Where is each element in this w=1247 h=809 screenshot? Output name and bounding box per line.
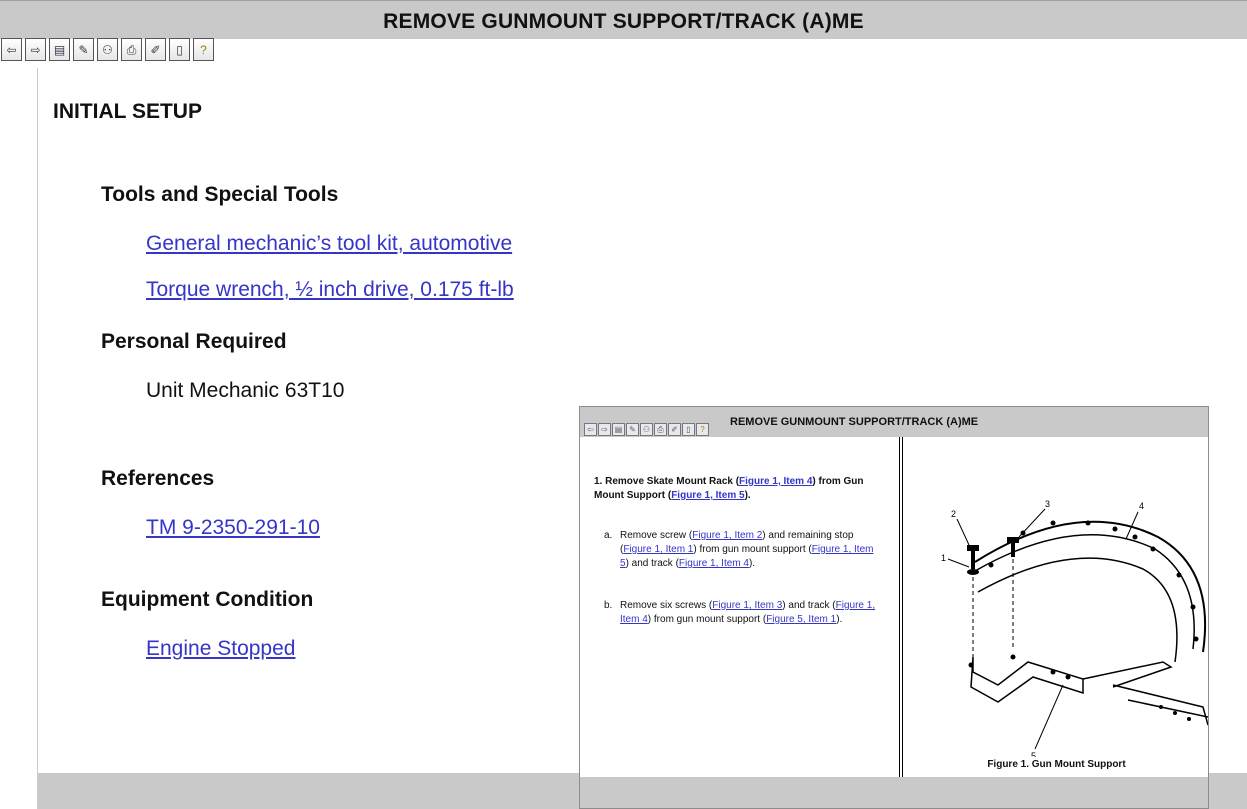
step-text: ) from gun mount support ( [693,544,812,555]
nested-title: REMOVE GUNMOUNT SUPPORT/TRACK (A)ME [730,416,979,428]
reference-link[interactable]: TM 9-2350-291-10 [146,516,320,540]
figure-pane: 2 3 4 1 5 Figure 1. Gun Mount Support [903,437,1208,777]
step-letter: b. [604,600,613,611]
step-letter: a. [604,530,613,541]
back-icon[interactable]: ⇦ [1,38,22,61]
binoculars-icon[interactable]: ⚇ [97,38,118,61]
figure-caption: Figure 1. Gun Mount Support [987,759,1126,770]
equipment-link[interactable]: Engine Stopped [146,637,295,661]
save-icon[interactable]: ▤ [49,38,70,61]
step-text: Remove six screws ( [620,600,713,611]
equipment-heading: Equipment Condition [101,588,314,611]
back-icon[interactable]: ⇦ [584,423,597,436]
callout-1: 1 [941,553,946,563]
help-bulb-icon[interactable]: ? [193,38,214,61]
callout-4: 4 [1139,501,1144,511]
figure-link[interactable]: Figure 1, Item 4 [679,558,749,569]
binoculars-icon[interactable]: ⚇ [640,423,653,436]
tool-link-torque-wrench[interactable]: Torque wrench, ½ inch drive, 0.175 ft-lb [146,278,514,302]
step-text: Remove screw ( [620,530,693,541]
step-text: ) and track ( [625,558,679,569]
help-bulb-icon[interactable]: ? [696,423,709,436]
callout-2: 2 [951,509,956,519]
forward-icon[interactable]: ⇨ [598,423,611,436]
step-b-body: Remove six screws (Figure 1, Item 3) and… [620,599,879,627]
bookmark-icon[interactable]: ▯ [682,423,695,436]
initial-setup-heading: INITIAL SETUP [53,100,202,123]
figure-link[interactable]: Figure 1, Item 4 [739,476,812,487]
step-text: ) and track ( [782,600,836,611]
nested-title-bar: REMOVE GUNMOUNT SUPPORT/TRACK (A)ME ⇦ ⇨ … [580,407,1208,437]
callout-3: 3 [1045,499,1050,509]
references-heading: References [101,467,215,490]
callout-5: 5 [1031,751,1036,757]
personal-heading: Personal Required [101,330,287,353]
pencil-icon[interactable]: ✎ [73,38,94,61]
step-1-text: ). [744,490,751,501]
pencil-icon[interactable]: ✎ [626,423,639,436]
save-icon[interactable]: ▤ [612,423,625,436]
nested-toolbar: ⇦ ⇨ ▤ ✎ ⚇ ⎙ ✐ ▯ ? [584,423,710,436]
figure-link[interactable]: Figure 1, Item 3 [712,600,782,611]
forward-icon[interactable]: ⇨ [25,38,46,61]
step-b: b. Remove six screws (Figure 1, Item 3) … [604,599,879,627]
tools-heading: Tools and Special Tools [101,183,339,206]
bookmark-icon[interactable]: ▯ [169,38,190,61]
step-text: ). [836,614,843,625]
step-a: a. Remove screw (Figure 1, Item 2) and r… [604,529,879,571]
personal-item: Unit Mechanic 63T10 [146,379,345,402]
page-title: REMOVE GUNMOUNT SUPPORT/TRACK (A)ME [383,10,864,33]
figure-link[interactable]: Figure 1, Item 1 [623,544,693,555]
figure-link[interactable]: Figure 1, Item 2 [692,530,762,541]
tool-link-mechanics-kit[interactable]: General mechanic’s tool kit, automotive [146,232,512,256]
print-icon[interactable]: ⎙ [654,423,667,436]
step-1-text: 1. Remove Skate Mount Rack ( [594,476,740,487]
nested-procedure-window: REMOVE GUNMOUNT SUPPORT/TRACK (A)ME ⇦ ⇨ … [579,406,1209,809]
gun-mount-support-illustration: 2 3 4 1 5 [941,499,1208,757]
step-a-body: Remove screw (Figure 1, Item 2) and rema… [620,529,879,571]
title-bar: REMOVE GUNMOUNT SUPPORT/TRACK (A)ME [0,0,1247,39]
nested-footer-bar [580,777,1208,808]
figure-link[interactable]: Figure 5, Item 1 [766,614,836,625]
step-text: ) from gun mount support ( [647,614,767,625]
edit-icon[interactable]: ✐ [145,38,166,61]
print-icon[interactable]: ⎙ [121,38,142,61]
figure-link[interactable]: Figure 1, Item 5 [671,490,744,501]
edit-icon[interactable]: ✐ [668,423,681,436]
step-1: 1. Remove Skate Mount Rack (Figure 1, It… [594,475,890,503]
procedure-text-pane: 1. Remove Skate Mount Rack (Figure 1, It… [580,437,898,777]
toolbar: ⇦ ⇨ ▤ ✎ ⚇ ⎙ ✐ ▯ ? [1,38,217,68]
step-text: ). [748,558,756,569]
